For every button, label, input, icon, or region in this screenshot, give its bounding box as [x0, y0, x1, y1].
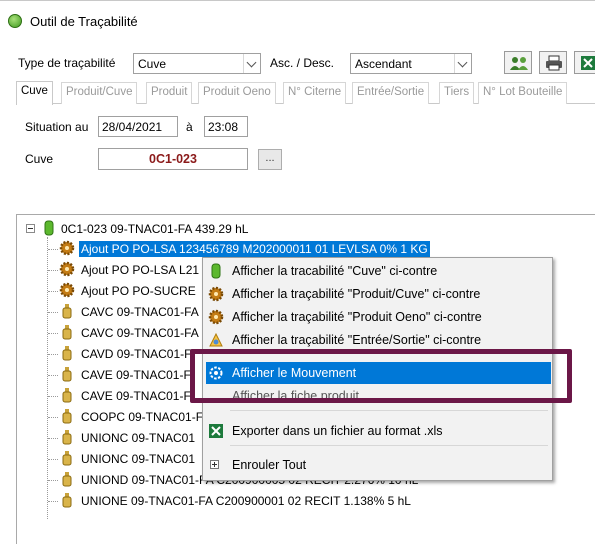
bottle-icon	[62, 409, 72, 424]
tree-item-label: CAVC 09-TNAC01-FA	[81, 326, 199, 340]
title-bar: Outil de Traçabilité	[0, 0, 595, 40]
gear-icon	[208, 309, 224, 325]
annotation-highlight-frame	[190, 349, 572, 403]
tab-tiers[interactable]: Tiers	[439, 82, 475, 104]
tree-item-label: Ajout PO PO-LSA L21	[81, 263, 200, 277]
gear-icon	[59, 261, 75, 277]
bottle-icon	[62, 493, 72, 508]
printer-icon	[546, 55, 562, 71]
bottle-icon	[62, 451, 72, 466]
at-label: à	[186, 120, 193, 134]
tank-icon	[211, 263, 221, 279]
tree-connector	[48, 459, 58, 460]
tree-connector	[48, 270, 58, 271]
tree-item-label: CAVD 09-TNAC01-F	[81, 347, 192, 361]
menu-item-produit-oeno[interactable]: Afficher la traçabilité "Produit Oeno" c…	[203, 306, 552, 328]
menu-separator	[230, 445, 548, 446]
tree-item-label: CAVC 09-TNAC01-FA	[81, 305, 199, 319]
tree-connector	[48, 375, 58, 376]
menu-item-cuve[interactable]: Afficher la tracabilité "Cuve" ci-contre	[203, 260, 552, 282]
tab-produit-cuve[interactable]: Produit/Cuve	[61, 82, 138, 104]
menu-item-entree-sortie[interactable]: Afficher la traçabilité "Entrée/Sortie" …	[203, 329, 552, 351]
tree-connector	[48, 249, 58, 250]
bottle-icon	[62, 346, 72, 361]
print-button[interactable]	[539, 51, 567, 74]
tab-entree-sortie[interactable]: Entrée/Sortie	[352, 82, 430, 104]
window-title: Outil de Traçabilité	[30, 14, 138, 29]
tree-connector	[48, 312, 58, 313]
menu-item-label: Enrouler Tout	[232, 458, 307, 472]
collapse-toggle[interactable]	[26, 224, 35, 233]
excel-button[interactable]	[574, 51, 595, 74]
excel-icon	[581, 56, 595, 70]
gear-icon	[59, 282, 75, 298]
tree-item-label: Ajout PO PO-SUCRE	[81, 284, 196, 298]
bottle-icon	[62, 430, 72, 445]
tab-lot-bouteille[interactable]: N° Lot Bouteille	[478, 82, 568, 104]
cuve-field[interactable]: 0C1-023	[98, 148, 248, 170]
order-label: Asc. / Desc.	[270, 56, 335, 70]
menu-item-enrouler[interactable]: Enrouler Tout	[203, 454, 552, 476]
gear-icon	[59, 240, 75, 256]
bottle-icon	[62, 472, 72, 487]
collapse-icon	[210, 460, 219, 469]
tree-item-label: COOPC 09-TNAC01-F	[81, 410, 204, 424]
app-icon	[8, 14, 22, 28]
menu-item-produit-cuve[interactable]: Afficher la traçabilité "Produit/Cuve" c…	[203, 283, 552, 305]
tree-item-label: CAVE 09-TNAC01-F	[81, 368, 191, 382]
date-field[interactable]: 28/04/2021	[98, 116, 178, 137]
bottle-icon	[62, 367, 72, 382]
tree-root-label: 0C1-023 09-TNAC01-FA 439.29 hL	[61, 222, 249, 236]
menu-separator	[230, 410, 548, 411]
tree-connector	[48, 480, 58, 481]
tank-icon	[44, 220, 54, 236]
tree-connector	[47, 237, 48, 519]
tab-bar: Cuve Produit/Cuve Produit Produit Oeno N…	[16, 81, 595, 105]
tree-connector	[48, 501, 58, 502]
tree-item-label: UNIONC 09-TNAC01	[81, 431, 196, 445]
tree-connector	[48, 354, 58, 355]
tree-item-label: CAVE 09-TNAC01-F	[81, 389, 191, 403]
tree-connector	[48, 438, 58, 439]
excel-icon	[209, 424, 223, 438]
menu-item-label: Afficher la tracabilité "Cuve" ci-contre	[232, 264, 438, 278]
time-field[interactable]: 23:08	[204, 116, 248, 137]
tree-connector	[48, 291, 58, 292]
type-select[interactable]: Cuve	[133, 53, 261, 74]
users-icon	[510, 57, 528, 70]
menu-item-label: Afficher la traçabilité "Produit Oeno" c…	[232, 310, 482, 324]
tab-citerne[interactable]: N° Citerne	[283, 82, 347, 104]
tree-item-label: UNIONC 09-TNAC01	[81, 452, 196, 466]
tree-item-label: Ajout PO PO-LSA 123456789 M202000011 01 …	[79, 241, 430, 257]
tab-cuve[interactable]: Cuve	[16, 81, 53, 105]
chevron-down-icon	[454, 54, 471, 73]
menu-item-label: Afficher la traçabilité "Produit/Cuve" c…	[232, 287, 481, 301]
bottle-icon	[62, 325, 72, 340]
transfer-icon	[209, 332, 223, 347]
tree-connector	[48, 417, 58, 418]
chevron-down-icon	[243, 54, 260, 73]
situation-label: Situation au	[25, 120, 89, 134]
menu-item-export-xls[interactable]: Exporter dans un fichier au format .xls	[203, 420, 552, 442]
tab-produit-oeno[interactable]: Produit Oeno	[198, 82, 276, 104]
menu-item-label: Afficher la traçabilité "Entrée/Sortie" …	[232, 333, 482, 347]
tree-item-label: UNIONE 09-TNAC01-FA C200900001 02 RECIT …	[81, 494, 411, 508]
gear-icon	[208, 286, 224, 302]
tab-produit[interactable]: Produit	[146, 82, 193, 104]
type-label: Type de traçabilité	[18, 56, 116, 70]
bottle-icon	[62, 304, 72, 319]
type-select-value: Cuve	[138, 57, 167, 71]
order-select[interactable]: Ascendant	[350, 53, 472, 74]
order-select-value: Ascendant	[355, 57, 412, 71]
browse-button[interactable]: ...	[258, 149, 282, 170]
tree-connector	[48, 396, 58, 397]
users-button[interactable]	[504, 51, 532, 74]
menu-item-label: Exporter dans un fichier au format .xls	[232, 424, 443, 438]
bottle-icon	[62, 388, 72, 403]
cuve-label: Cuve	[25, 152, 54, 166]
tree-connector	[48, 333, 58, 334]
window: Outil de Traçabilité Type de traçabilité…	[0, 0, 595, 544]
